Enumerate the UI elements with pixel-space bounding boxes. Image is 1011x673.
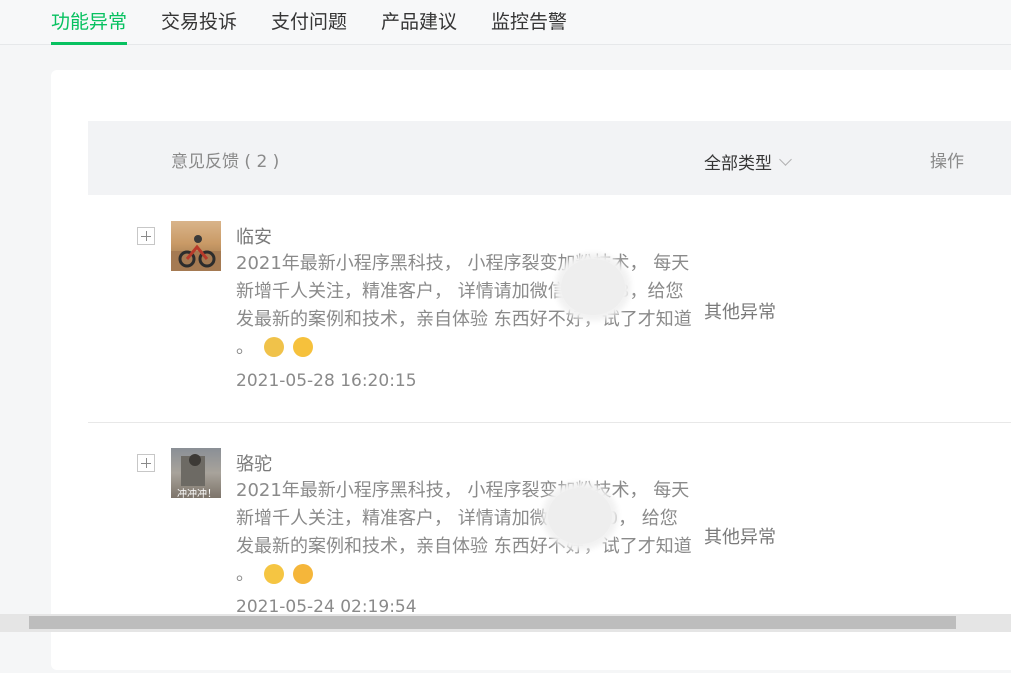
avatar: [171, 221, 221, 271]
feedback-type: 其他异常: [704, 302, 776, 323]
motorcycle-image: [171, 235, 221, 271]
table-header: 意见反馈 ( 2 ) 全部类型 操作: [88, 121, 1011, 195]
nickname: 骆驼: [236, 454, 272, 475]
tab-monitor-alert[interactable]: 监控告警: [491, 9, 567, 43]
avatar: 冲冲冲！: [171, 448, 221, 498]
heart-eyes-emoji-icon: [293, 337, 314, 357]
feedback-content: 2021年最新小程序黑科技， 小程序裂变加粉技术， 每天新增千人关注，精准客户，…: [236, 250, 694, 362]
redaction-blur: [548, 488, 612, 544]
type-filter-label: 全部类型: [704, 154, 772, 174]
cat-emoji-icon: [263, 337, 284, 357]
expand-plus-icon[interactable]: [137, 227, 155, 245]
table-row: 临安 2021年最新小程序黑科技， 小程序裂变加粉技术， 每天新增千人关注，精准…: [88, 195, 1011, 423]
redaction-blur: [561, 259, 625, 315]
tab-product-suggestion[interactable]: 产品建议: [381, 9, 457, 43]
smile-emoji-icon: [263, 564, 284, 584]
nickname: 临安: [236, 227, 272, 248]
table-row: 冲冲冲！ 骆驼 2021年最新小程序黑科技， 小程序裂变加粉技术， 每天新增千人…: [88, 423, 1011, 673]
feedback-count-title: 意见反馈 ( 2 ): [171, 152, 280, 172]
avatar-caption: 冲冲冲！: [177, 489, 217, 498]
chevron-down-icon: [779, 152, 792, 166]
tongue-emoji-icon: [293, 564, 314, 584]
tab-function-error[interactable]: 功能异常: [51, 9, 128, 45]
feedback-time: 2021-05-28 16:20:15: [236, 371, 417, 391]
operation-header: 操作: [930, 152, 964, 172]
expand-plus-icon[interactable]: [137, 454, 155, 472]
feedback-type: 其他异常: [704, 527, 776, 548]
feedback-content: 2021年最新小程序黑科技， 小程序裂变加粉技术， 每天新增千人关注，精准客户，…: [236, 477, 694, 589]
tab-bar: 功能异常 交易投诉 支付问题 产品建议 监控告警: [0, 0, 1011, 45]
tab-payment-issue[interactable]: 支付问题: [271, 9, 347, 43]
type-filter-dropdown[interactable]: 全部类型: [704, 149, 792, 174]
feedback-panel: 意见反馈 ( 2 ) 全部类型 操作 临安 2021年最新小程序黑科技， 小程序…: [51, 70, 1011, 670]
tab-transaction-complaint[interactable]: 交易投诉: [161, 9, 237, 43]
scrollbar-thumb[interactable]: [29, 616, 956, 629]
horizontal-scrollbar[interactable]: [0, 614, 1011, 632]
